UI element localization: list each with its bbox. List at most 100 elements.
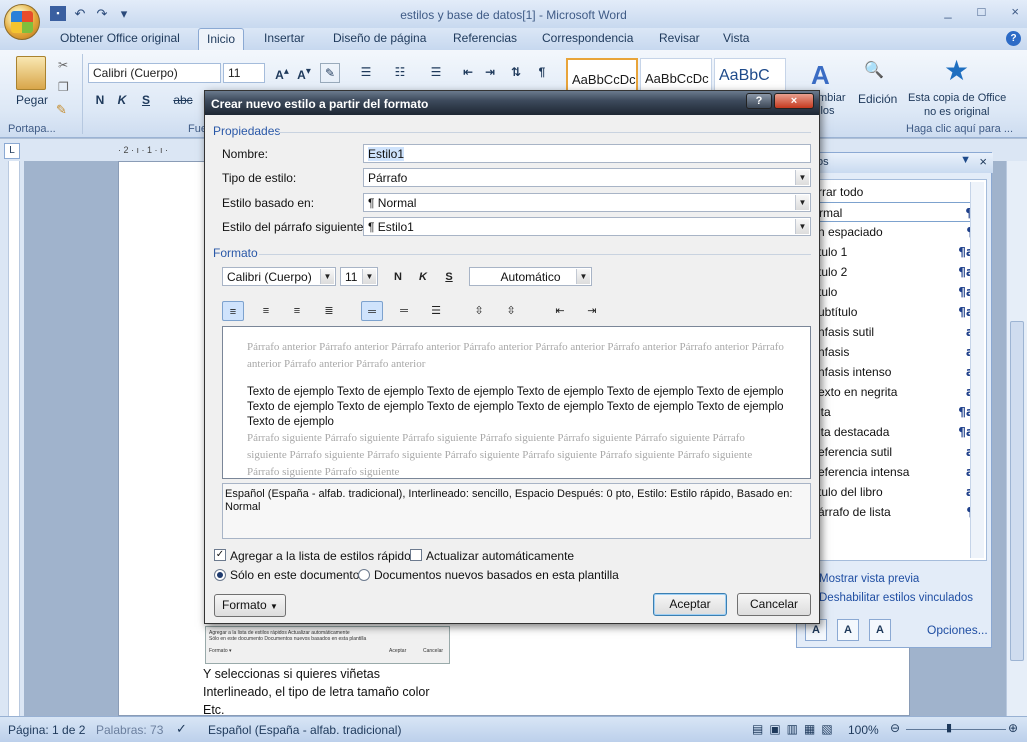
- paste-button[interactable]: Pegar: [16, 93, 48, 107]
- style-list-item[interactable]: eferencia sutila: [808, 442, 976, 462]
- style-list-item[interactable]: n espaciado¶: [808, 222, 976, 242]
- space-after-icon[interactable]: ⇳: [500, 301, 522, 321]
- tab-diseno[interactable]: Diseño de página: [329, 31, 430, 45]
- style-inspector-icon[interactable]: A: [837, 619, 859, 641]
- numbering-icon[interactable]: ☷: [390, 63, 410, 83]
- pane-close-icon[interactable]: ×: [979, 154, 987, 169]
- cancel-button[interactable]: Cancelar: [737, 593, 811, 616]
- tab-inicio[interactable]: Inicio: [198, 28, 245, 50]
- based-on-select[interactable]: ¶ Normal ▼: [363, 193, 811, 212]
- tab-insertar[interactable]: Insertar: [260, 31, 309, 45]
- format-painter-icon[interactable]: ✎: [56, 102, 67, 118]
- font-select[interactable]: Calibri (Cuerpo) ▼: [222, 267, 336, 286]
- new-documents-label[interactable]: Documentos nuevos basados en esta planti…: [374, 568, 619, 582]
- align-center-icon[interactable]: ≡: [255, 301, 277, 321]
- space-before-icon[interactable]: ⇳: [468, 301, 490, 321]
- pane-menu-icon[interactable]: ▼: [960, 154, 971, 166]
- style-list-item[interactable]: rrar todo: [808, 182, 976, 202]
- styles-list-scrollbar[interactable]: [970, 182, 984, 558]
- word-count[interactable]: Palabras: 73: [96, 723, 163, 737]
- size-select[interactable]: 11 ▼: [340, 267, 378, 286]
- style-list-item[interactable]: ubtítulo ¶a: [808, 302, 976, 322]
- chevron-down-icon[interactable]: ▼: [795, 170, 809, 185]
- style-list-item[interactable]: rmal¶: [808, 202, 976, 222]
- style-list-item[interactable]: tulo 2 ¶a: [808, 262, 976, 282]
- increase-indent-icon[interactable]: ⇥: [480, 63, 500, 83]
- tab-referencias[interactable]: Referencias: [449, 31, 521, 45]
- tab-vista[interactable]: Vista: [719, 31, 753, 45]
- auto-update-checkbox[interactable]: [410, 549, 422, 561]
- add-quick-checkbox[interactable]: ✓: [214, 549, 226, 561]
- dialog-help-icon[interactable]: ?: [746, 93, 772, 109]
- office-button[interactable]: [4, 4, 40, 40]
- font-name-box[interactable]: Calibri (Cuerpo): [88, 63, 221, 83]
- decrease-indent-icon[interactable]: ⇤: [458, 63, 478, 83]
- minimize-icon[interactable]: _: [944, 4, 951, 19]
- show-marks-icon[interactable]: ¶: [532, 63, 552, 83]
- page-count[interactable]: Página: 1 de 2: [8, 723, 85, 737]
- underline-button[interactable]: S: [136, 91, 156, 111]
- dialog-close-icon[interactable]: ×: [774, 93, 814, 109]
- help-icon[interactable]: ?: [1006, 31, 1021, 46]
- style-list-item[interactable]: nfasis sutila: [808, 322, 976, 342]
- strikethrough-button[interactable]: abc: [170, 91, 196, 111]
- zoom-level[interactable]: 100%: [848, 723, 879, 737]
- style-list-item[interactable]: eferencia intensaa: [808, 462, 976, 482]
- manage-styles-icon[interactable]: A: [869, 619, 891, 641]
- sort-icon[interactable]: ⇅: [506, 63, 526, 83]
- bold-button[interactable]: N: [90, 91, 110, 111]
- dialog-italic-button[interactable]: K: [412, 267, 434, 287]
- new-documents-radio[interactable]: [358, 569, 370, 581]
- style-list-item[interactable]: tulo del libroa: [808, 482, 976, 502]
- ok-button[interactable]: Aceptar: [653, 593, 727, 616]
- shrink-font-icon[interactable]: A▾: [294, 63, 314, 83]
- language-status[interactable]: Español (España - alfab. tradicional): [208, 723, 401, 737]
- auto-update-label[interactable]: Actualizar automáticamente: [426, 549, 574, 563]
- dialog-decrease-indent-icon[interactable]: ⇤: [549, 301, 571, 321]
- single-spacing-icon[interactable]: ═: [361, 301, 383, 321]
- style-name-input[interactable]: Estilo1: [363, 144, 811, 163]
- double-spacing-icon[interactable]: ☰: [425, 301, 447, 321]
- style-type-select[interactable]: Párrafo ▼: [363, 168, 811, 187]
- format-menu-button[interactable]: Formato ▼: [214, 594, 286, 617]
- zoom-in-icon[interactable]: ⊕: [1008, 721, 1018, 735]
- maximize-icon[interactable]: □: [978, 4, 986, 19]
- style-list-item[interactable]: árrafo de lista¶: [808, 502, 976, 522]
- italic-button[interactable]: K: [112, 91, 132, 111]
- zoom-thumb[interactable]: ▮: [946, 721, 952, 734]
- multilevel-list-icon[interactable]: ☰: [426, 63, 446, 83]
- dialog-increase-indent-icon[interactable]: ⇥: [581, 301, 603, 321]
- chevron-down-icon[interactable]: ▼: [576, 269, 590, 284]
- show-preview-link[interactable]: Mostrar vista previa: [819, 573, 919, 585]
- font-color-select[interactable]: Automático ▼: [469, 267, 592, 286]
- style-list-item[interactable]: tulo ¶a: [808, 282, 976, 302]
- style-list-item[interactable]: ita destacada ¶a: [808, 422, 976, 442]
- align-right-icon[interactable]: ≡: [286, 301, 308, 321]
- scroll-thumb[interactable]: [1010, 321, 1024, 661]
- one-half-spacing-icon[interactable]: ═: [393, 301, 415, 321]
- style-list-item[interactable]: tulo 1 ¶a: [808, 242, 976, 262]
- zoom-out-icon[interactable]: ⊖: [890, 721, 900, 735]
- disable-linked-link[interactable]: Deshabilitar estilos vinculados: [819, 592, 973, 604]
- copy-icon[interactable]: ❐: [58, 80, 69, 94]
- only-document-label[interactable]: Sólo en este documento: [230, 568, 359, 582]
- cut-icon[interactable]: ✂: [58, 58, 68, 72]
- vertical-scrollbar[interactable]: [1006, 161, 1027, 716]
- zoom-slider[interactable]: [906, 729, 1006, 730]
- dialog-bold-button[interactable]: N: [387, 267, 409, 287]
- grow-font-icon[interactable]: A▴: [272, 63, 292, 83]
- tab-get-office[interactable]: Obtener Office original: [56, 31, 184, 45]
- style-list-item[interactable]: nfasis intensoa: [808, 362, 976, 382]
- chevron-down-icon[interactable]: ▼: [795, 195, 809, 210]
- add-quick-label[interactable]: Agregar a la lista de estilos rápidos: [230, 549, 417, 563]
- tab-selector-icon[interactable]: L: [4, 143, 20, 159]
- style-list-item[interactable]: exto en negritaa: [808, 382, 976, 402]
- bullets-icon[interactable]: ☰: [356, 63, 376, 83]
- font-size-box[interactable]: 11: [223, 63, 265, 83]
- tab-revisar[interactable]: Revisar: [655, 31, 704, 45]
- change-styles-button[interactable]: mbiar ilos: [818, 92, 846, 118]
- close-icon[interactable]: ×: [1011, 4, 1019, 19]
- justify-icon[interactable]: ≣: [318, 301, 340, 321]
- align-left-icon[interactable]: ≡: [222, 301, 244, 321]
- style-list-item[interactable]: ita ¶a: [808, 402, 976, 422]
